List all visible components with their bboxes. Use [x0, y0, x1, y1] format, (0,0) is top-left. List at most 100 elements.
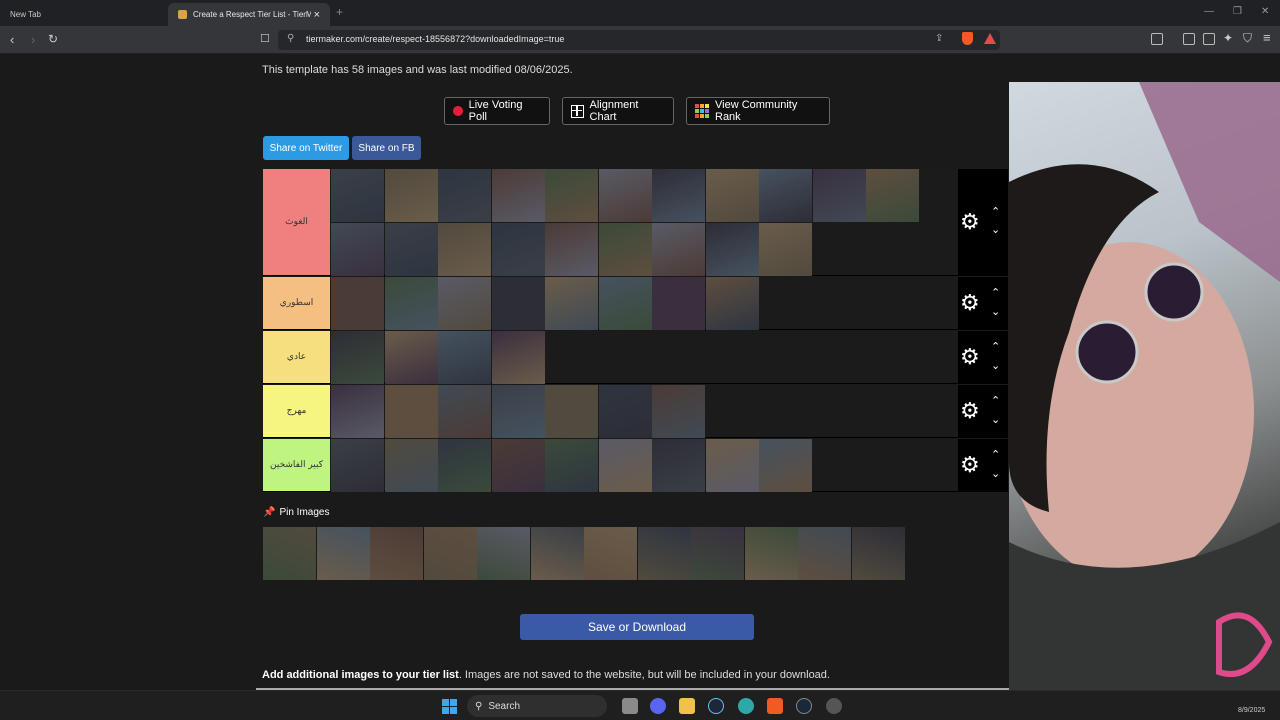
- discord-icon[interactable]: [650, 698, 666, 714]
- tier-image[interactable]: [705, 169, 759, 222]
- windows-start-icon[interactable]: [442, 699, 457, 714]
- menu-icon[interactable]: ≡: [1263, 30, 1271, 45]
- tier-image[interactable]: [384, 169, 438, 222]
- tier-label[interactable]: كبير الفاشخين: [263, 439, 330, 491]
- live-voting-poll-button[interactable]: Live Voting Poll: [444, 97, 550, 125]
- tier-image[interactable]: [652, 277, 705, 330]
- tier-image[interactable]: [705, 439, 759, 492]
- tier-image[interactable]: [384, 385, 438, 438]
- tier-image[interactable]: [491, 277, 545, 330]
- tier-image[interactable]: [598, 222, 652, 276]
- close-tab-icon[interactable]: ×: [314, 9, 320, 21]
- url-text[interactable]: tiermaker.com/create/respect-18556872?do…: [306, 34, 564, 44]
- pool-image[interactable]: [477, 527, 530, 580]
- alignment-chart-button[interactable]: Alignment Chart: [562, 97, 674, 125]
- tier-image[interactable]: [545, 385, 598, 438]
- leo-ai-icon[interactable]: ✦: [1223, 31, 1233, 45]
- tier-image[interactable]: [438, 222, 491, 276]
- tier-settings-gear-icon[interactable]: ⚙: [960, 346, 980, 368]
- pool-image[interactable]: [798, 527, 851, 580]
- move-tier-up-icon[interactable]: ⌃: [991, 394, 1000, 407]
- pool-image[interactable]: [530, 527, 584, 580]
- tier-image[interactable]: [652, 169, 705, 222]
- tier-image[interactable]: [705, 277, 759, 330]
- community-rank-button[interactable]: View Community Rank: [686, 97, 830, 125]
- move-tier-down-icon[interactable]: ⌄: [991, 359, 1000, 372]
- tier-label[interactable]: الغوث: [263, 169, 330, 275]
- tier-image[interactable]: [545, 169, 598, 222]
- tier-image[interactable]: [331, 439, 384, 492]
- tier-image[interactable]: [545, 222, 598, 276]
- pool-image[interactable]: [316, 527, 370, 580]
- minimize-icon[interactable]: —: [1204, 6, 1214, 17]
- tier-image[interactable]: [438, 169, 491, 222]
- tier-label[interactable]: مهرج: [263, 385, 330, 437]
- sidebar-icon[interactable]: [1151, 33, 1163, 45]
- address-bar[interactable]: ⚲ tiermaker.com/create/respect-18556872?…: [278, 30, 1000, 50]
- pool-image[interactable]: [263, 527, 316, 580]
- bookmark-icon[interactable]: ☐: [260, 32, 270, 45]
- pool-image[interactable]: [851, 527, 905, 580]
- tab-tiermaker[interactable]: Create a Respect Tier List - TierM ×: [168, 3, 330, 26]
- tier-image[interactable]: [491, 222, 545, 276]
- tier-settings-gear-icon[interactable]: ⚙: [960, 292, 980, 314]
- tier-image[interactable]: [331, 331, 384, 384]
- tier-image[interactable]: [812, 169, 866, 222]
- share-fb-button[interactable]: Share on FB: [352, 136, 421, 160]
- tier-image[interactable]: [652, 439, 705, 492]
- tier-image[interactable]: [759, 169, 812, 222]
- tier-image[interactable]: [705, 222, 759, 276]
- steam-icon[interactable]: [708, 698, 724, 714]
- move-tier-down-icon[interactable]: ⌄: [991, 223, 1000, 236]
- pool-image[interactable]: [584, 527, 637, 580]
- tier-image[interactable]: [598, 439, 652, 492]
- edge-icon[interactable]: [738, 698, 754, 714]
- tier-image[interactable]: [652, 385, 705, 438]
- tier-settings-gear-icon[interactable]: ⚙: [960, 400, 980, 422]
- forward-icon[interactable]: ›: [31, 32, 35, 47]
- pool-image[interactable]: [637, 527, 691, 580]
- back-icon[interactable]: ‹: [10, 32, 14, 47]
- brave-rewards-icon[interactable]: [984, 33, 996, 44]
- tier-label[interactable]: اسطوري: [263, 277, 330, 329]
- move-tier-up-icon[interactable]: ⌃: [991, 340, 1000, 353]
- move-tier-down-icon[interactable]: ⌄: [991, 305, 1000, 318]
- new-tab-plus-icon[interactable]: +: [336, 5, 343, 19]
- steam-big-picture-icon[interactable]: [796, 698, 812, 714]
- maximize-icon[interactable]: ❐: [1233, 6, 1242, 17]
- tier-image[interactable]: [866, 169, 919, 222]
- tier-image[interactable]: [491, 169, 545, 222]
- move-tier-up-icon[interactable]: ⌃: [991, 205, 1000, 218]
- close-window-icon[interactable]: ✕: [1261, 6, 1269, 17]
- pool-image[interactable]: [691, 527, 744, 580]
- site-info-icon[interactable]: ⚲: [287, 33, 294, 44]
- tier-image[interactable]: [491, 439, 545, 492]
- brave-shield-icon[interactable]: [962, 32, 973, 45]
- tier-image[interactable]: [491, 385, 545, 438]
- share-icon[interactable]: ⇪: [935, 33, 943, 44]
- pool-image[interactable]: [370, 527, 423, 580]
- brave-icon[interactable]: [767, 698, 783, 714]
- tier-image[interactable]: [598, 385, 652, 438]
- tier-image[interactable]: [438, 331, 491, 384]
- tier-image[interactable]: [652, 222, 705, 276]
- move-tier-up-icon[interactable]: ⌃: [991, 286, 1000, 299]
- move-tier-down-icon[interactable]: ⌄: [991, 413, 1000, 426]
- share-twitter-button[interactable]: Share on Twitter: [263, 136, 349, 160]
- tier-image[interactable]: [759, 222, 812, 276]
- tier-image[interactable]: [598, 277, 652, 330]
- tier-image[interactable]: [384, 277, 438, 330]
- tier-image[interactable]: [331, 277, 384, 330]
- tier-image[interactable]: [384, 222, 438, 276]
- move-tier-up-icon[interactable]: ⌃: [991, 448, 1000, 461]
- move-tier-down-icon[interactable]: ⌄: [991, 467, 1000, 480]
- tab-new-tab[interactable]: New Tab: [0, 3, 165, 26]
- tier-image[interactable]: [545, 277, 598, 330]
- tier-image[interactable]: [384, 331, 438, 384]
- tier-image[interactable]: [331, 169, 384, 222]
- tier-settings-gear-icon[interactable]: ⚙: [960, 211, 980, 233]
- pool-image[interactable]: [423, 527, 477, 580]
- tier-image[interactable]: [545, 439, 598, 492]
- pin-images-toggle[interactable]: 📌 Pin Images: [263, 507, 329, 518]
- wallet-icon[interactable]: [1203, 33, 1215, 45]
